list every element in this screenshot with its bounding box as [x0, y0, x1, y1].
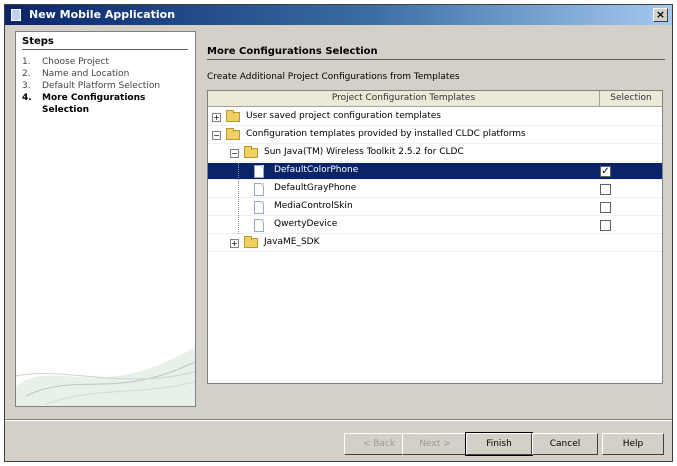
tree-row[interactable]: − Configuration templates provided by ins…	[208, 127, 662, 144]
selection-checkbox[interactable]	[600, 202, 611, 213]
file-icon	[254, 165, 264, 178]
tree-connector	[238, 163, 239, 180]
step-label: Choose Project	[42, 57, 109, 67]
folder-icon	[244, 236, 258, 248]
tree-row[interactable]: QwertyDevice	[208, 217, 662, 234]
tree-row-label: DefaultGrayPhone	[274, 183, 357, 193]
button-separator	[5, 419, 672, 421]
steps-panel: Steps 1. Choose Project 2. Name and Locatio…	[15, 31, 196, 407]
expand-icon[interactable]: +	[212, 113, 221, 122]
step-item: 1. Choose Project	[22, 56, 194, 68]
step-number: 3.	[22, 81, 31, 91]
steps-title: Steps	[22, 36, 54, 47]
folder-icon	[226, 128, 240, 140]
folder-icon	[244, 146, 258, 158]
mobile-app-icon	[11, 9, 21, 21]
next-button[interactable]: Next >	[402, 433, 468, 455]
column-header-templates[interactable]: Project Configuration Templates	[208, 91, 600, 107]
collapse-icon[interactable]: −	[212, 131, 221, 140]
file-icon	[254, 201, 264, 214]
expand-icon[interactable]: +	[230, 239, 239, 248]
tree-connector	[238, 181, 239, 198]
tree-row[interactable]: + JavaME_SDK	[208, 235, 662, 252]
page-title: More Configurations Selection	[207, 46, 378, 57]
selection-checkbox[interactable]	[600, 184, 611, 195]
tree-row-label: Configuration templates provided by inst…	[246, 129, 526, 139]
tree-row-label: JavaME_SDK	[264, 237, 320, 247]
tree-row[interactable]: MediaControlSkin	[208, 199, 662, 216]
close-button[interactable]: ×	[653, 8, 668, 22]
tree-row[interactable]: DefaultGrayPhone	[208, 181, 662, 198]
collapse-icon[interactable]: −	[230, 149, 239, 158]
help-button[interactable]: Help	[602, 433, 664, 455]
tree-row[interactable]: DefaultColorPhone ✓	[208, 163, 662, 180]
file-icon	[254, 219, 264, 232]
selection-checkbox[interactable]	[600, 220, 611, 231]
step-number: 2.	[22, 69, 31, 79]
selection-checkbox[interactable]: ✓	[600, 166, 611, 177]
column-header-selection[interactable]: Selection	[600, 91, 662, 107]
tree-row[interactable]: − Sun Java(TM) Wireless Toolkit 2.5.2 for…	[208, 145, 662, 162]
folder-icon	[226, 110, 240, 122]
new-mobile-application-dialog: New Mobile Application × Steps 1. Choose …	[4, 4, 673, 462]
tree-row-label: Sun Java(TM) Wireless Toolkit 2.5.2 for …	[264, 147, 464, 157]
step-label: More Configurations Selection	[42, 93, 146, 115]
title-bar[interactable]: New Mobile Application ×	[5, 5, 672, 25]
step-item: 4. More Configurations Selection	[22, 92, 194, 116]
step-number: 1.	[22, 57, 31, 67]
configuration-templates-table[interactable]: Project Configuration Templates Selectio…	[207, 90, 663, 384]
tree-row[interactable]: + User saved project configuration templa…	[208, 109, 662, 126]
tree-connector	[238, 217, 239, 234]
tree-row-label: QwertyDevice	[274, 219, 338, 229]
cancel-button[interactable]: Cancel	[532, 433, 598, 455]
tree-row-label: DefaultColorPhone	[274, 165, 359, 175]
table-header: Project Configuration Templates Selectio…	[208, 91, 662, 107]
tree-connector	[238, 199, 239, 216]
steps-list: 1. Choose Project 2. Name and Location 3. Def…	[22, 56, 194, 116]
tree-row-label: User saved project configuration templat…	[246, 111, 441, 121]
step-number: 4.	[22, 93, 32, 103]
window-title: New Mobile Application	[29, 8, 176, 21]
step-item: 2. Name and Location	[22, 68, 194, 80]
file-icon	[254, 183, 264, 196]
create-configurations-label: Create Additional Project Configurations…	[207, 72, 460, 82]
step-item: 3. Default Platform Selection	[22, 80, 194, 92]
decorative-wave-art	[16, 347, 195, 406]
finish-button[interactable]: Finish	[465, 432, 533, 456]
step-label: Name and Location	[42, 69, 130, 79]
title-divider	[207, 59, 665, 60]
tree-row-label: MediaControlSkin	[274, 201, 353, 211]
steps-divider	[22, 49, 188, 50]
step-label: Default Platform Selection	[42, 81, 161, 91]
